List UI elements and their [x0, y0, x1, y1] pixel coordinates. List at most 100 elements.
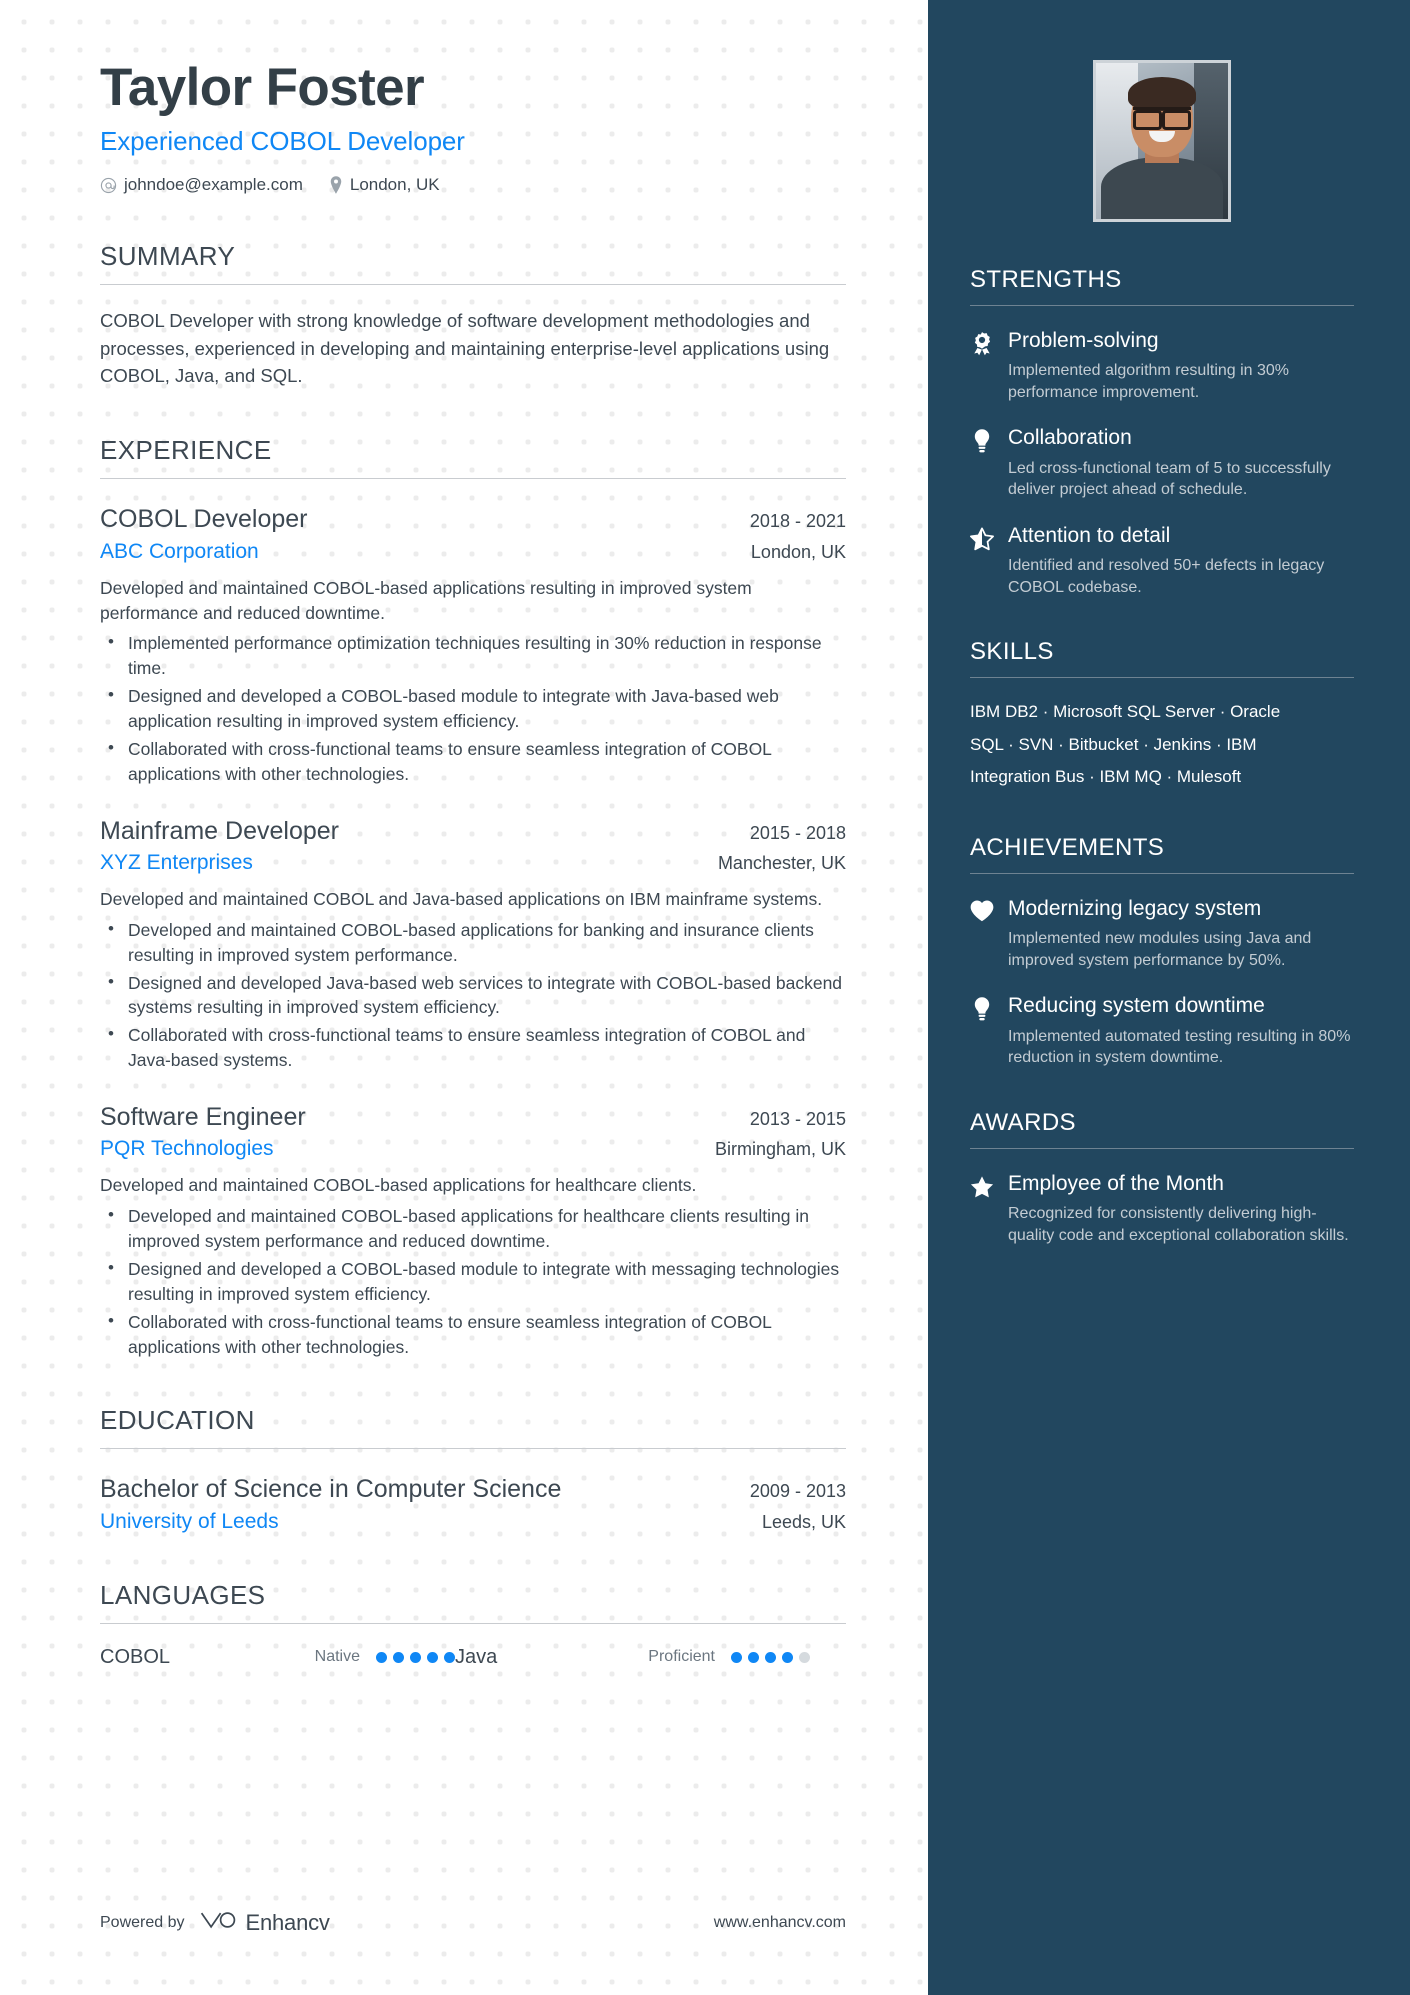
rating-dot [782, 1651, 793, 1663]
job-company[interactable]: ABC Corporation [100, 540, 259, 564]
rating-dot [765, 1651, 776, 1663]
achievements-heading: ACHIEVEMENTS [970, 834, 1165, 861]
job-description: Developed and maintained COBOL and Java-… [100, 889, 823, 910]
enhancv-logo-icon [199, 1908, 237, 1937]
language-rating [376, 1651, 455, 1663]
job-title: Software Engineer [100, 1102, 306, 1131]
skills-text: IBM DB2 · Microsoft SQL Server · Oracle … [970, 702, 1281, 787]
school-name[interactable]: University of Leeds [100, 1510, 279, 1534]
divider [970, 305, 1354, 306]
experience-list: COBOL Developer 2018 - 2021 ABC Corporat… [100, 505, 846, 1359]
powered-by-block: Powered by Enhancv [100, 1908, 330, 1937]
contact-location: London, UK [329, 175, 440, 195]
section-skills: SKILLS IBM DB2 · Microsoft SQL Server · … [970, 638, 1354, 794]
job-company[interactable]: PQR Technologies [100, 1137, 274, 1161]
divider [100, 1448, 846, 1450]
strengths-heading: STRENGTHS [970, 266, 1122, 293]
job-bullet: Collaborated with cross-functional teams… [100, 736, 846, 787]
rating-dot [748, 1651, 759, 1663]
strength-item-body: Problem-solving Implemented algorithm re… [1008, 328, 1354, 403]
job-description: Developed and maintained COBOL-based app… [100, 577, 752, 623]
contact-location-text: London, UK [349, 175, 440, 195]
achievement-item-desc: Implemented new modules using Java and i… [1008, 930, 1312, 969]
avatar-wrapper [970, 60, 1354, 222]
divider [970, 873, 1354, 874]
education-item-subheader: University of Leeds Leeds, UK [100, 1510, 846, 1534]
rating-dot [410, 1651, 421, 1663]
job-bullets: Developed and maintained COBOL-based app… [100, 1203, 846, 1360]
job-bullet: Implemented performance optimization tec… [100, 630, 846, 681]
language-name: COBOL [100, 1645, 171, 1668]
job-bullet: Collaborated with cross-functional teams… [100, 1022, 846, 1073]
degree-title: Bachelor of Science in Computer Science [100, 1475, 562, 1504]
divider [970, 1147, 1354, 1149]
photo-body [1101, 157, 1223, 219]
section-achievements: ACHIEVEMENTS Modernizing legacy system I… [970, 834, 1354, 1069]
section-languages: LANGUAGES COBOL Native Java Proficient [100, 1580, 846, 1669]
job-bullet: Collaborated with cross-functional teams… [100, 1309, 846, 1360]
job-location: London, UK [750, 541, 846, 562]
experience-item-subheader: XYZ Enterprises Manchester, UK [100, 851, 846, 875]
section-summary: SUMMARY COBOL Developer with strong know… [100, 241, 846, 389]
award-ribbon-icon [970, 328, 994, 403]
lightbulb-icon [970, 425, 994, 500]
languages-list: COBOL Native Java Proficient [100, 1646, 846, 1669]
powered-by-label: Powered by [100, 1913, 185, 1931]
summary-heading: SUMMARY [100, 241, 236, 272]
award-item: Employee of the Month Recognized for con… [970, 1171, 1354, 1246]
rating-dot [427, 1651, 438, 1663]
job-bullet: Developed and maintained COBOL-based app… [100, 917, 846, 968]
job-dates: 2013 - 2015 [749, 1108, 846, 1129]
languages-heading: LANGUAGES [100, 1579, 266, 1610]
strength-item-title: Problem-solving [1008, 329, 1159, 352]
experience-item: Mainframe Developer 2015 - 2018 XYZ Ente… [100, 817, 846, 1073]
page-title: Taylor Foster [100, 58, 425, 117]
rating-dot [731, 1651, 742, 1663]
rating-dot [376, 1651, 387, 1663]
section-experience: EXPERIENCE COBOL Developer 2018 - 2021 A… [100, 435, 846, 1359]
language-rating [731, 1651, 810, 1663]
awards-heading: AWARDS [970, 1108, 1076, 1136]
school-location: Leeds, UK [761, 1511, 846, 1532]
job-bullet: Designed and developed a COBOL-based mod… [100, 1256, 846, 1307]
strength-item-body: Collaboration Led cross-functional team … [1008, 425, 1354, 500]
award-item-title: Employee of the Month [1008, 1171, 1224, 1195]
job-title: Mainframe Developer [100, 816, 339, 845]
achievement-item-title: Modernizing legacy system [1008, 897, 1262, 920]
sidebar: STRENGTHS Problem-solving Implemented al… [928, 0, 1410, 1995]
experience-item-subheader: PQR Technologies Birmingham, UK [100, 1137, 846, 1161]
experience-heading: EXPERIENCE [100, 435, 272, 466]
strength-item-desc: Implemented algorithm resulting in 30% p… [1008, 362, 1290, 401]
job-bullet: Designed and developed a COBOL-based mod… [100, 683, 846, 734]
job-location: Manchester, UK [717, 853, 846, 874]
map-pin-icon [329, 176, 343, 194]
footer: Powered by Enhancv www.enhancv.com [100, 1908, 846, 1937]
job-company[interactable]: XYZ Enterprises [100, 851, 253, 875]
contact-email[interactable]: johndoe@example.com [100, 175, 303, 195]
strength-item-title: Collaboration [1008, 426, 1132, 450]
achievement-item-title: Reducing system downtime [1008, 994, 1265, 1018]
resume-page: Taylor Foster Experienced COBOL Develope… [0, 0, 1410, 1995]
language-level: Proficient [648, 1648, 715, 1666]
brand-block[interactable]: Enhancv [199, 1908, 330, 1937]
awards-list: Employee of the Month Recognized for con… [970, 1171, 1354, 1246]
job-dates: 2015 - 2018 [749, 822, 846, 843]
job-bullets: Developed and maintained COBOL-based app… [100, 917, 846, 1073]
job-location: Birmingham, UK [714, 1139, 846, 1160]
job-dates: 2018 - 2021 [749, 511, 846, 532]
at-icon [100, 177, 117, 194]
rating-dot [799, 1651, 810, 1663]
strengths-list: Problem-solving Implemented algorithm re… [970, 328, 1354, 598]
strength-item: Attention to detail Identified and resol… [970, 523, 1354, 598]
experience-item: Software Engineer 2013 - 2015 PQR Techno… [100, 1103, 846, 1359]
language-item: Java Proficient [455, 1646, 810, 1669]
contact-row: johndoe@example.com London, UK [100, 175, 846, 195]
strength-item-body: Attention to detail Identified and resol… [1008, 523, 1354, 598]
experience-item-subheader: ABC Corporation London, UK [100, 540, 846, 564]
website-link[interactable]: www.enhancv.com [714, 1914, 846, 1932]
half-star-icon [970, 523, 994, 598]
achievement-item: Reducing system downtime Implemented aut… [970, 993, 1354, 1068]
avatar [1093, 60, 1231, 222]
star-icon [970, 1171, 994, 1246]
education-item-header: Bachelor of Science in Computer Science … [100, 1475, 846, 1505]
